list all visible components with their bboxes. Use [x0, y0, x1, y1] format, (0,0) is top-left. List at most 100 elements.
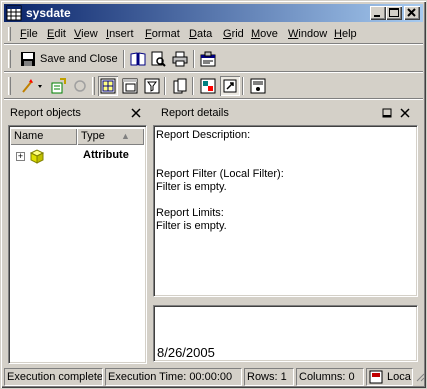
print-preview-button[interactable] [148, 49, 168, 69]
toolbar-separator [164, 77, 166, 95]
sql-view-button[interactable] [198, 76, 218, 96]
properties-icon [200, 51, 216, 67]
export-icon [250, 78, 266, 94]
menu-file[interactable]: File [20, 28, 38, 41]
toolbar-separator [242, 77, 244, 95]
status-locale: Loca [366, 368, 413, 386]
sql-view-icon [200, 78, 216, 94]
toolbar-grip[interactable] [92, 77, 95, 95]
detail-line: Filter is empty. [156, 181, 227, 193]
title-bar[interactable]: sysdate [4, 4, 423, 22]
menu-grid[interactable]: Grid [223, 28, 244, 41]
menu-window[interactable]: Window [288, 28, 327, 41]
app-grid-icon [6, 5, 22, 21]
report-details-title: Report details [161, 107, 229, 119]
export-button[interactable] [248, 76, 268, 96]
page-by-icon [173, 78, 187, 94]
menu-insert[interactable]: Insert [106, 28, 134, 41]
detail-line [156, 155, 284, 168]
toolbar-separator [193, 50, 195, 68]
toolbar-grip[interactable] [8, 50, 11, 68]
menu-edit[interactable]: Edit [47, 28, 66, 41]
link-icon [223, 79, 237, 93]
result-grid[interactable]: 8/26/2005 [153, 305, 418, 362]
print-icon [172, 51, 188, 67]
report-objects-title: Report objects [10, 107, 81, 119]
grid-view-icon [100, 78, 116, 94]
report-objects-list[interactable]: Name Type ▲ + Attribute [8, 125, 147, 364]
menu-move[interactable]: Move [251, 28, 278, 41]
status-rows: Rows: 1 [244, 368, 294, 386]
report-details-close-icon[interactable] [399, 107, 411, 119]
link-button[interactable] [220, 76, 240, 96]
menu-help[interactable]: Help [334, 28, 357, 41]
menu-view[interactable]: View [74, 28, 98, 41]
filter-icon [144, 78, 160, 94]
locale-icon [369, 369, 385, 385]
status-execution: Execution complete [4, 368, 103, 386]
report-details-text-area[interactable]: Report Description: Report Filter (Local… [153, 125, 418, 297]
report-objects-header: Report objects [6, 103, 149, 123]
wand-dropdown-button[interactable] [18, 76, 44, 96]
toolbar-grip[interactable] [8, 77, 11, 95]
run-report-button[interactable] [48, 76, 68, 96]
report-details-header: Report details [153, 103, 421, 123]
detail-line [156, 194, 284, 207]
floppy-disk-icon [21, 52, 35, 66]
run-icon [51, 78, 66, 94]
row-type-label: Attribute [83, 149, 129, 161]
toolbar-separator [123, 50, 125, 68]
tree-row[interactable]: + Attribute [13, 148, 143, 164]
report-details-panel: Report details Report Description: Repor… [153, 103, 421, 299]
menu-data[interactable]: Data [189, 28, 212, 41]
report-details-content: Report Description: Report Filter (Local… [156, 129, 284, 233]
expand-icon[interactable]: + [16, 152, 25, 161]
print-button[interactable] [170, 49, 190, 69]
main-window: sysdate File Edit View Insert Format Dat… [0, 0, 427, 389]
detail-line [156, 142, 284, 155]
refresh-icon [74, 80, 86, 92]
detail-line: Filter is empty. [156, 220, 227, 232]
column-header-type[interactable]: Type ▲ [77, 128, 144, 145]
report-objects-close-icon[interactable] [130, 107, 142, 119]
properties-button[interactable] [198, 49, 218, 69]
page-by-button[interactable] [170, 76, 190, 96]
book-icon [130, 52, 146, 66]
resize-grip-icon[interactable] [414, 371, 425, 385]
menu-bar: File Edit View Insert Format Data Grid M… [4, 24, 423, 44]
filter-button[interactable] [142, 76, 162, 96]
refresh-button[interactable] [70, 76, 90, 96]
result-value-cell[interactable]: 8/26/2005 [157, 345, 215, 360]
toolbar-separator [192, 77, 194, 95]
detail-line: Report Description: [156, 129, 251, 141]
close-button[interactable] [404, 6, 420, 20]
report-details-minimize-icon[interactable] [381, 107, 393, 119]
design-view-button[interactable] [120, 76, 140, 96]
window-title: sysdate [26, 6, 71, 20]
menu-format[interactable]: Format [145, 28, 180, 41]
sort-ascending-icon: ▲ [121, 131, 130, 141]
maximize-button[interactable] [386, 6, 402, 20]
column-name-label: Name [14, 130, 44, 142]
status-locale-label: Loca [387, 371, 411, 383]
detail-line: Report Limits: [156, 207, 224, 219]
status-columns: Columns: 0 [296, 368, 364, 386]
menu-grip[interactable] [8, 27, 11, 41]
status-bar: Execution complete Execution Time: 00:00… [4, 367, 425, 387]
detail-line: Report Filter (Local Filter): [156, 168, 284, 180]
report-objects-panel: Report objects Name Type ▲ + Attribute [6, 103, 149, 364]
design-view-icon [122, 78, 138, 94]
save-and-close-label: Save and Close [40, 53, 118, 65]
status-execution-time: Execution Time: 00:00:00 [105, 368, 242, 386]
book-button[interactable] [128, 49, 148, 69]
attribute-cube-icon [29, 148, 45, 167]
minimize-button[interactable] [370, 6, 386, 20]
column-header-name[interactable]: Name [10, 128, 77, 145]
column-type-label: Type [81, 130, 105, 142]
print-preview-icon [151, 51, 166, 67]
save-and-close-button[interactable]: Save and Close [18, 49, 118, 69]
standard-toolbar: Save and Close [4, 46, 423, 72]
wand-icon [22, 79, 42, 93]
report-toolbar [4, 73, 423, 99]
grid-view-button[interactable] [98, 76, 118, 96]
